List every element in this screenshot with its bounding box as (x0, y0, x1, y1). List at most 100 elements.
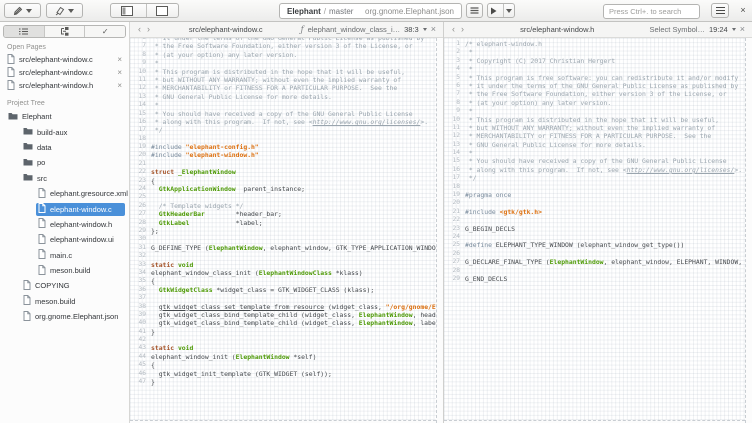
code-line: 10 * This program is distributed in the … (444, 116, 745, 124)
file-icon (38, 218, 46, 228)
window-close-button[interactable]: × (736, 3, 750, 18)
line-number: 21 (444, 208, 465, 216)
nav-forward-icon[interactable]: › (460, 25, 465, 34)
source-view[interactable]: 6 * it under the terms of the GNU Genera… (130, 38, 436, 420)
omnibar-separator: / (324, 7, 326, 16)
code-line: 17 */ (130, 126, 436, 134)
build-button[interactable] (466, 3, 483, 18)
tree-item-label: elephant-window.h (50, 220, 112, 229)
file-icon (23, 295, 31, 305)
chevron-down-icon[interactable] (732, 28, 736, 31)
source-view[interactable]: 1/* elephant-window.h2 *3 * Copyright (C… (444, 38, 745, 420)
line-number: 9 (130, 59, 151, 67)
close-page-button[interactable]: × (740, 25, 745, 34)
tree-item-build-aux[interactable]: build-aux (0, 124, 129, 139)
build-target: org.gnome.Elephant.json (365, 7, 454, 16)
editor-pane-left: ‹ › src/elephant-window.c ƒ elephant_win… (130, 22, 443, 423)
builder-window: Elephant / master org.gnome.Elephant.jso… (0, 0, 752, 423)
chevron-down-icon[interactable] (423, 28, 427, 31)
editor-path[interactable]: src/elephant-window.c (155, 25, 297, 34)
tree-item-meson.build[interactable]: meson.build (0, 294, 129, 309)
nav-back-icon[interactable]: ‹ (451, 25, 456, 34)
left-panel-toggle-button[interactable] (111, 4, 143, 17)
file-icon (38, 249, 46, 261)
nav-back-icon[interactable]: ‹ (137, 25, 142, 34)
tree-item-Elephant[interactable]: Elephant (0, 109, 129, 124)
editor-header: ‹ › src/elephant-window.c ƒ elephant_win… (130, 22, 443, 38)
file-icon (7, 67, 15, 79)
file-icon (38, 203, 46, 213)
code-line: 35{ (130, 277, 436, 285)
file-icon (7, 54, 15, 64)
tree-item-org.gnome.Elephant.json[interactable]: org.gnome.Elephant.json (0, 309, 129, 324)
run-button[interactable] (488, 4, 500, 17)
cursor-position: 19:24 (709, 25, 728, 34)
tree-item-src[interactable]: src (0, 171, 129, 186)
header-bar: Elephant / master org.gnome.Elephant.jso… (0, 0, 752, 22)
code-line: 4 * (444, 65, 745, 73)
code-line: 41} (130, 328, 436, 336)
code-line: 7 * the Free Software Foundation, either… (130, 42, 436, 50)
close-icon[interactable]: × (117, 55, 122, 64)
tree-item-COPYING[interactable]: COPYING (0, 278, 129, 293)
line-number: 35 (130, 277, 151, 285)
scrollbar[interactable] (745, 38, 752, 423)
tree-item-elephant.gresource.xml[interactable]: elephant.gresource.xml (0, 186, 129, 201)
tree-item-po[interactable]: po (0, 155, 129, 170)
tree-item-elephant-window.c[interactable]: elephant-window.c (0, 201, 129, 216)
bottom-panel-toggle-button[interactable] (146, 4, 178, 17)
close-icon[interactable]: × (117, 68, 122, 77)
line-number: 4 (444, 65, 465, 73)
line-number: 2 (444, 48, 465, 56)
code-line: 36 GtkWidgetClass *widget_class = GTK_WI… (130, 286, 436, 294)
code-line: 11 * but WITHOUT ANY WARRANTY; without e… (444, 124, 745, 132)
tree-item-label: po (37, 158, 45, 167)
line-number: 36 (130, 286, 151, 294)
tree-item-label: Elephant (22, 112, 52, 121)
tree-item-label: COPYING (35, 281, 70, 290)
chevron-down-icon (26, 9, 32, 13)
code-line: 10 * This program is distributed in the … (130, 68, 436, 76)
tree-view-tab[interactable] (44, 26, 85, 37)
nav-forward-icon[interactable]: › (146, 25, 151, 34)
omnibar[interactable]: Elephant / master org.gnome.Elephant.jso… (279, 3, 462, 19)
code-line: 19#include "elephant-config.h" (130, 143, 436, 151)
tree-item-label: meson.build (35, 297, 75, 306)
device-selector-button[interactable] (46, 3, 83, 18)
code-line: 31G_DEFINE_TYPE (ElephantWindow, elephan… (130, 244, 436, 252)
code-line: 40 gtk_widget_class_bind_template_child … (130, 319, 436, 327)
folder-icon (23, 142, 33, 152)
global-search-input[interactable] (603, 4, 700, 19)
file-icon (38, 265, 46, 277)
code-line: 14 * (444, 149, 745, 157)
open-page-item[interactable]: src/elephant-window.h× (0, 79, 129, 92)
run-options-button[interactable] (503, 4, 514, 17)
tree-item-elephant-window.h[interactable]: elephant-window.h (0, 217, 129, 232)
tree-view-icon (60, 27, 69, 36)
symbol-selector[interactable]: elephant_window_class_i… (308, 25, 401, 34)
code-line: 15 * You should have received a copy of … (444, 157, 745, 165)
code-line: 20#include "elephant-window.h" (130, 151, 436, 159)
scrollbar[interactable] (436, 38, 443, 423)
close-page-button[interactable]: × (431, 25, 436, 34)
code-line: 9 * (444, 107, 745, 115)
perspective-selector-button[interactable] (4, 3, 41, 18)
tree-item-data[interactable]: data (0, 140, 129, 155)
menu-button[interactable] (711, 3, 729, 18)
line-number: 20 (444, 199, 465, 207)
code-line: 17 */ (444, 174, 745, 182)
open-page-item[interactable]: src/elephant-window.c× (0, 53, 129, 66)
tree-item-elephant-window.ui[interactable]: elephant-window.ui (0, 232, 129, 247)
pages-view-tab[interactable] (4, 26, 44, 37)
editor-path[interactable]: src/elephant-window.h (469, 25, 646, 34)
todo-view-tab[interactable]: ✓ (84, 26, 125, 37)
tree-item-main.c[interactable]: main.c (0, 248, 129, 263)
open-pages-label: Open Pages (7, 44, 129, 51)
tree-item-meson.build[interactable]: meson.build (0, 263, 129, 278)
code-line: 47} (130, 378, 436, 386)
line-number: 11 (444, 124, 465, 132)
open-page-item[interactable]: src/elephant-window.c× (0, 66, 129, 79)
close-icon[interactable]: × (117, 81, 122, 90)
symbol-selector[interactable]: Select Symbol… (650, 25, 705, 34)
line-number: 8 (444, 99, 465, 107)
